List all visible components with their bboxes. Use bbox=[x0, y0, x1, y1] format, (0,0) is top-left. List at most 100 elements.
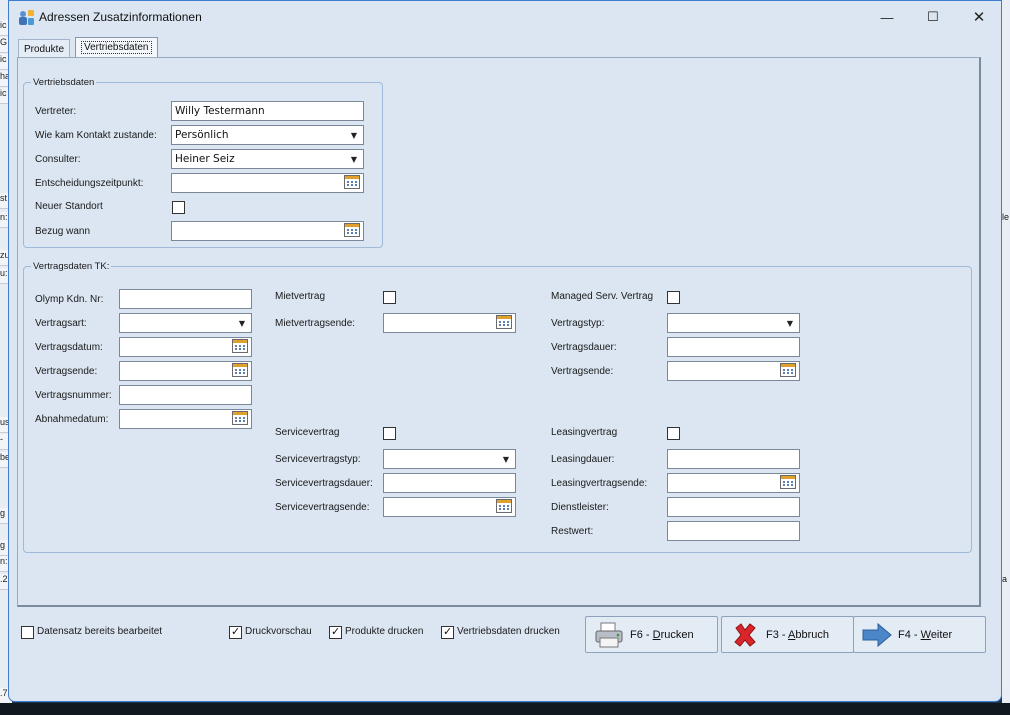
bezug-label: Bezug wann bbox=[35, 226, 91, 237]
calendar-icon[interactable] bbox=[232, 411, 250, 427]
background-fragment: a bbox=[1002, 574, 1008, 584]
calendar-icon[interactable] bbox=[232, 339, 250, 355]
abnahmedatum-date-field[interactable] bbox=[119, 409, 252, 429]
tab-page-vertriebsdaten: Vertriebsdaten Vertreter: Willy Testerma… bbox=[17, 57, 981, 607]
chevron-down-icon[interactable]: ▼ bbox=[233, 314, 251, 332]
leasingvertragsende-date-field[interactable] bbox=[667, 473, 800, 493]
kontakt-select[interactable]: Persönlich ▼ bbox=[171, 125, 364, 145]
dienstleister-field[interactable] bbox=[667, 497, 800, 517]
bearbeitet-label: Datensatz bereits bearbeitet bbox=[37, 626, 163, 637]
leasingdauer-label: Leasingdauer: bbox=[551, 454, 615, 465]
druckvorschau-label: Druckvorschau bbox=[245, 626, 312, 637]
weiter-label-hotkey: W bbox=[920, 628, 931, 641]
vertragsende-date-field[interactable] bbox=[119, 361, 252, 381]
vertragsnummer-label: Vertragsnummer: bbox=[35, 390, 112, 401]
kontakt-label: Wie kam Kontakt zustande: bbox=[35, 130, 157, 141]
servicevertragstyp-select[interactable]: ▼ bbox=[383, 449, 516, 469]
vertreter-label: Vertreter: bbox=[35, 106, 77, 117]
group-title: Vertragsdaten TK: bbox=[31, 261, 112, 272]
produkte-drucken-label: Produkte drucken bbox=[345, 626, 424, 637]
leasingvertrag-checkbox[interactable] bbox=[667, 427, 680, 440]
drucken-label: F6 - Drucken bbox=[630, 629, 694, 641]
minimize-button[interactable]: — bbox=[864, 1, 910, 33]
tab-produkte[interactable]: Produkte bbox=[18, 39, 71, 59]
abnahmedatum-label: Abnahmedatum: bbox=[35, 414, 109, 425]
managed-label: Managed Serv. Vertrag bbox=[551, 291, 654, 302]
weiter-label: F4 - Weiter bbox=[898, 629, 952, 641]
vertriebsdaten-drucken-label: Vertriebsdaten drucken bbox=[457, 626, 560, 637]
chevron-down-icon[interactable]: ▼ bbox=[345, 150, 363, 168]
servicevertragstyp-label: Servicevertragstyp: bbox=[275, 454, 361, 465]
calendar-icon[interactable] bbox=[780, 475, 798, 491]
abbruch-label: F3 - Abbruch bbox=[766, 629, 829, 641]
ms-vertragsende-date-field[interactable] bbox=[667, 361, 800, 381]
vertragsdauer-field[interactable] bbox=[667, 337, 800, 357]
vertriebsdaten-drucken-checkbox[interactable] bbox=[441, 625, 454, 639]
background-fragment: le bbox=[1002, 212, 1010, 222]
close-button[interactable]: ✕ bbox=[956, 1, 1001, 33]
entscheidung-date-field[interactable] bbox=[171, 173, 364, 193]
olymp-label: Olymp Kdn. Nr: bbox=[35, 294, 104, 305]
chevron-down-icon[interactable]: ▼ bbox=[497, 450, 515, 468]
leasingdauer-field[interactable] bbox=[667, 449, 800, 469]
bezug-date-field[interactable] bbox=[171, 221, 364, 241]
vertragsart-select[interactable]: ▼ bbox=[119, 313, 252, 333]
mietvertragsende-date-field[interactable] bbox=[383, 313, 516, 333]
vertragsdatum-date-field[interactable] bbox=[119, 337, 252, 357]
mietvertrag-label: Mietvertrag bbox=[275, 291, 326, 302]
maximize-button[interactable]: ☐ bbox=[910, 1, 956, 33]
background-app-right-edge: le a bbox=[1002, 0, 1010, 715]
calendar-icon[interactable] bbox=[496, 499, 514, 515]
drucken-button[interactable]: F6 - Drucken bbox=[585, 616, 718, 653]
printer-icon bbox=[592, 620, 626, 650]
title-bar[interactable]: Adressen Zusatzinformationen — ☐ ✕ bbox=[9, 1, 1001, 33]
weiter-label-rest: eiter bbox=[930, 628, 953, 641]
consulter-label: Consulter: bbox=[35, 154, 81, 165]
vertragstyp-label: Vertragstyp: bbox=[551, 318, 605, 329]
neuer-standort-label: Neuer Standort bbox=[35, 201, 103, 212]
bearbeitet-checkbox[interactable] bbox=[21, 626, 34, 639]
blue-arrow-right-icon bbox=[860, 620, 894, 650]
mietvertrag-checkbox[interactable] bbox=[383, 291, 396, 304]
ms-vertragsende-label: Vertragsende: bbox=[551, 366, 614, 377]
abbruch-label-prefix: F3 - bbox=[766, 628, 789, 641]
mietvertragsende-label: Mietvertragsende: bbox=[275, 318, 356, 329]
vertragsnummer-field[interactable] bbox=[119, 385, 252, 405]
consulter-select[interactable]: Heiner Seiz ▼ bbox=[171, 149, 364, 169]
druckvorschau-checkbox[interactable] bbox=[229, 625, 242, 639]
close-icon: ✕ bbox=[972, 9, 986, 26]
chevron-down-icon[interactable]: ▼ bbox=[345, 126, 363, 144]
abbruch-button[interactable]: F3 - Abbruch bbox=[721, 616, 854, 653]
neuer-standort-checkbox[interactable] bbox=[172, 201, 185, 214]
calendar-icon[interactable] bbox=[344, 175, 362, 191]
maximize-icon: ☐ bbox=[927, 9, 939, 24]
kontakt-value: Persönlich bbox=[175, 129, 229, 141]
group-title: Vertriebsdaten bbox=[31, 77, 97, 88]
olymp-field[interactable] bbox=[119, 289, 252, 309]
servicevertragsende-date-field[interactable] bbox=[383, 497, 516, 517]
calendar-icon[interactable] bbox=[780, 363, 798, 379]
drucken-label-hotkey: D bbox=[652, 628, 661, 641]
produkte-drucken-checkbox[interactable] bbox=[329, 625, 342, 639]
vertragstyp-select[interactable]: ▼ bbox=[667, 313, 800, 333]
managed-checkbox[interactable] bbox=[667, 291, 680, 304]
window-title: Adressen Zusatzinformationen bbox=[39, 10, 202, 24]
weiter-label-prefix: F4 - bbox=[898, 628, 921, 641]
vertreter-field[interactable]: Willy Testermann bbox=[171, 101, 364, 121]
calendar-icon[interactable] bbox=[344, 223, 362, 239]
abbruch-label-rest: bbruch bbox=[795, 628, 829, 641]
vertragsart-label: Vertragsart: bbox=[35, 318, 87, 329]
dialog-window: Adressen Zusatzinformationen — ☐ ✕ Produ… bbox=[8, 0, 1002, 702]
chevron-down-icon[interactable]: ▼ bbox=[781, 314, 799, 332]
calendar-icon[interactable] bbox=[232, 363, 250, 379]
servicevertragsdauer-field[interactable] bbox=[383, 473, 516, 493]
dienstleister-label: Dienstleister: bbox=[551, 502, 609, 513]
servicevertrag-checkbox[interactable] bbox=[383, 427, 396, 440]
calendar-icon[interactable] bbox=[496, 315, 514, 331]
servicevertrag-label: Servicevertrag bbox=[275, 427, 340, 438]
vertragsdauer-label: Vertragsdauer: bbox=[551, 342, 617, 353]
weiter-button[interactable]: F4 - Weiter bbox=[853, 616, 986, 653]
leasingvertrag-label: Leasingvertrag bbox=[551, 427, 618, 438]
tab-vertriebsdaten[interactable]: Vertriebsdaten bbox=[75, 37, 158, 59]
restwert-field[interactable] bbox=[667, 521, 800, 541]
